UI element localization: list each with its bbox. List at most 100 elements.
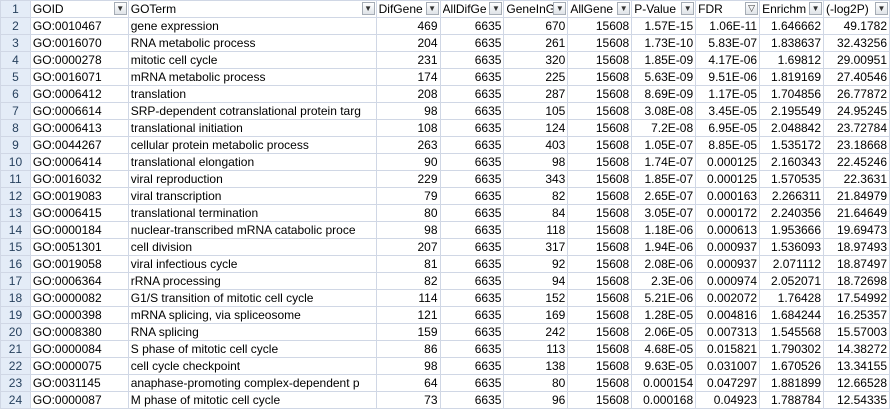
cell[interactable]: M phase of mitotic cell cycle xyxy=(127,391,377,409)
cell[interactable]: 231 xyxy=(375,51,441,69)
cell[interactable]: 3.45E-05 xyxy=(695,102,761,120)
row-header[interactable]: 5 xyxy=(0,68,31,86)
cell[interactable]: 1.94E-06 xyxy=(631,238,697,256)
cell[interactable]: 1.881899 xyxy=(759,374,825,392)
cell[interactable]: 105 xyxy=(503,102,569,120)
cell[interactable]: 6635 xyxy=(439,306,505,324)
cell[interactable]: 152 xyxy=(503,289,569,307)
cell[interactable]: 2.08E-06 xyxy=(631,255,697,273)
cell[interactable]: 2.65E-07 xyxy=(631,187,697,205)
cell[interactable]: 207 xyxy=(375,238,441,256)
cell[interactable]: 0.000974 xyxy=(695,272,761,290)
cell[interactable]: 1.73E-10 xyxy=(631,34,697,52)
cell[interactable]: GO:0010467 xyxy=(29,17,129,35)
cell[interactable]: 15608 xyxy=(567,119,633,137)
cell[interactable]: 4.17E-06 xyxy=(695,51,761,69)
cell[interactable]: 90 xyxy=(375,153,441,171)
cell[interactable]: 15608 xyxy=(567,374,633,392)
cell[interactable]: 317 xyxy=(503,238,569,256)
cell[interactable]: 15608 xyxy=(567,153,633,171)
cell[interactable]: 113 xyxy=(503,340,569,358)
column-header[interactable]: GeneInG ▼ xyxy=(503,0,569,18)
row-header[interactable]: 11 xyxy=(0,170,31,188)
cell[interactable]: GO:0000084 xyxy=(29,340,129,358)
cell[interactable]: 6635 xyxy=(439,170,505,188)
cell[interactable]: 15608 xyxy=(567,340,633,358)
cell[interactable]: 15608 xyxy=(567,68,633,86)
cell[interactable]: 73 xyxy=(375,391,441,409)
cell[interactable]: 14.38272 xyxy=(823,340,890,358)
cell[interactable]: 114 xyxy=(375,289,441,307)
cell[interactable]: 121 xyxy=(375,306,441,324)
cell[interactable]: 24.95245 xyxy=(823,102,890,120)
cell[interactable]: 98 xyxy=(503,153,569,171)
cell[interactable]: S phase of mitotic cell cycle xyxy=(127,340,377,358)
cell[interactable]: 0.031007 xyxy=(695,357,761,375)
cell[interactable]: 15608 xyxy=(567,323,633,341)
cell[interactable]: 1.953666 xyxy=(759,221,825,239)
cell[interactable]: 6635 xyxy=(439,51,505,69)
row-header[interactable]: 13 xyxy=(0,204,31,222)
cell[interactable]: 86 xyxy=(375,340,441,358)
cell[interactable]: 13.34155 xyxy=(823,357,890,375)
cell[interactable]: 6635 xyxy=(439,136,505,154)
chevron-down-icon[interactable]: ▼ xyxy=(681,2,695,15)
cell[interactable]: 0.004816 xyxy=(695,306,761,324)
cell[interactable]: 98 xyxy=(375,102,441,120)
cell[interactable]: 320 xyxy=(503,51,569,69)
cell[interactable]: GO:0019083 xyxy=(29,187,129,205)
cell[interactable]: 0.04923 xyxy=(695,391,761,409)
cell[interactable]: 84 xyxy=(503,204,569,222)
cell[interactable]: GO:0000184 xyxy=(29,221,129,239)
row-header[interactable]: 23 xyxy=(0,374,31,392)
cell[interactable]: 22.45246 xyxy=(823,153,890,171)
chevron-down-icon[interactable]: ▼ xyxy=(875,2,888,15)
cell[interactable]: translational elongation xyxy=(127,153,377,171)
cell[interactable]: 15608 xyxy=(567,51,633,69)
cell[interactable]: 15608 xyxy=(567,170,633,188)
cell[interactable]: 670 xyxy=(503,17,569,35)
cell[interactable]: 26.77872 xyxy=(823,85,890,103)
cell[interactable]: 29.00951 xyxy=(823,51,890,69)
cell[interactable]: 2.195549 xyxy=(759,102,825,120)
cell[interactable]: 32.43256 xyxy=(823,34,890,52)
cell[interactable]: 6635 xyxy=(439,374,505,392)
cell[interactable]: 17.54992 xyxy=(823,289,890,307)
cell[interactable]: 3.08E-08 xyxy=(631,102,697,120)
row-header[interactable]: 6 xyxy=(0,85,31,103)
cell[interactable]: GO:0006412 xyxy=(29,85,129,103)
cell[interactable]: GO:0000278 xyxy=(29,51,129,69)
cell[interactable]: 5.83E-07 xyxy=(695,34,761,52)
cell[interactable]: 6635 xyxy=(439,68,505,86)
cell[interactable]: 6635 xyxy=(439,340,505,358)
chevron-down-icon[interactable]: ▼ xyxy=(361,2,375,15)
cell[interactable]: cell division xyxy=(127,238,377,256)
row-header[interactable]: 3 xyxy=(0,34,31,52)
cell[interactable]: 1.06E-11 xyxy=(695,17,761,35)
row-header[interactable]: 4 xyxy=(0,51,31,69)
cell[interactable]: 6635 xyxy=(439,102,505,120)
cell[interactable]: 15608 xyxy=(567,17,633,35)
cell[interactable]: 82 xyxy=(375,272,441,290)
cell[interactable]: 208 xyxy=(375,85,441,103)
chevron-down-icon[interactable]: ▼ xyxy=(113,2,127,15)
cell[interactable]: GO:0006414 xyxy=(29,153,129,171)
cell[interactable]: nuclear-transcribed mRNA catabolic proce xyxy=(127,221,377,239)
cell[interactable]: 15608 xyxy=(567,136,633,154)
cell[interactable]: 0.000937 xyxy=(695,238,761,256)
cell[interactable]: 23.72784 xyxy=(823,119,890,137)
cell[interactable]: 6635 xyxy=(439,238,505,256)
cell[interactable]: GO:0016032 xyxy=(29,170,129,188)
cell[interactable]: 1.788784 xyxy=(759,391,825,409)
row-header[interactable]: 1 xyxy=(0,0,31,18)
cell[interactable]: 16.25357 xyxy=(823,306,890,324)
cell[interactable]: 80 xyxy=(503,374,569,392)
cell[interactable]: 15608 xyxy=(567,204,633,222)
cell[interactable]: RNA metabolic process xyxy=(127,34,377,52)
cell[interactable]: 108 xyxy=(375,119,441,137)
cell[interactable]: 6635 xyxy=(439,289,505,307)
cell[interactable]: G1/S transition of mitotic cell cycle xyxy=(127,289,377,307)
cell[interactable]: 0.000154 xyxy=(631,374,697,392)
cell[interactable]: 19.69473 xyxy=(823,221,890,239)
cell[interactable]: 4.68E-05 xyxy=(631,340,697,358)
